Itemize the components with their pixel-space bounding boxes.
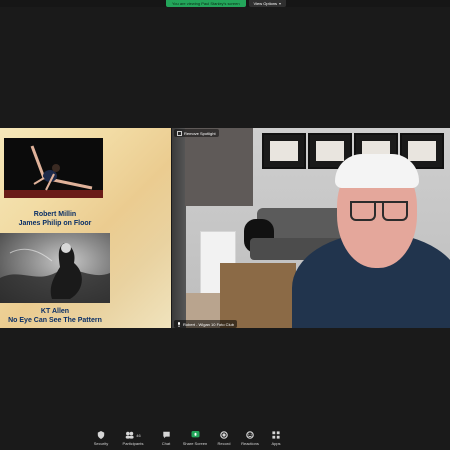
security-button[interactable]: Security	[84, 430, 118, 446]
apps-label: Apps	[271, 441, 281, 446]
remove-spotlight-label: Remove Spotlight	[184, 130, 216, 136]
slide-caption-1: Robert Millin James Philip on Floor	[0, 210, 110, 228]
remove-spotlight-button[interactable]: Remove Spotlight	[174, 129, 219, 137]
participants-count: 46	[136, 432, 141, 438]
room-door	[172, 128, 186, 328]
caption-title: No Eye Can See The Pattern	[8, 317, 102, 324]
apps-icon	[259, 430, 293, 440]
participants-button[interactable]: 46 Participants	[116, 430, 150, 446]
cloaked-figure-icon	[0, 243, 110, 303]
screen-share-banner: You are viewing Paul Stanley's screen Vi…	[166, 0, 287, 7]
view-options-button[interactable]: View Options ▾	[248, 0, 287, 7]
chevron-down-icon: ▾	[279, 1, 282, 6]
shared-screen-slide: Robert Millin James Philip on Floor KT A…	[0, 128, 171, 328]
caption-author: KT Allen	[40, 308, 70, 315]
spotlight-icon	[177, 130, 182, 136]
coffee-table	[220, 263, 296, 328]
security-label: Security	[93, 441, 109, 446]
caption-title: James Philip on Floor	[18, 220, 92, 227]
speaker-hair	[335, 154, 419, 188]
shield-icon	[84, 430, 118, 440]
participant-name-tag: Robert - Wigan 10 Foto Club	[174, 320, 237, 328]
apps-button[interactable]: Apps	[259, 430, 293, 446]
speaker-video-tile[interactable]	[172, 128, 450, 328]
view-options-label: View Options	[253, 1, 278, 6]
gymnast-figure-icon	[4, 145, 103, 198]
slide-photo-figure	[0, 233, 110, 303]
share-status-text: You are viewing Paul Stanley's screen	[166, 0, 246, 7]
participants-label: Participants	[122, 441, 144, 446]
caption-author: Robert Millin	[33, 211, 77, 218]
room-wall-panel	[185, 128, 253, 206]
meeting-toolbar: Security 46 Participants Chat Share Scre…	[0, 428, 450, 450]
speaker-glasses	[350, 201, 408, 221]
participants-icon: 46	[116, 430, 150, 440]
slide-caption-2: KT Allen No Eye Can See The Pattern	[0, 307, 110, 325]
microphone-icon	[177, 321, 181, 327]
wall-frame	[262, 133, 306, 169]
slide-photo-gymnast	[4, 138, 103, 198]
participant-name: Robert - Wigan 10 Foto Club	[183, 321, 234, 327]
